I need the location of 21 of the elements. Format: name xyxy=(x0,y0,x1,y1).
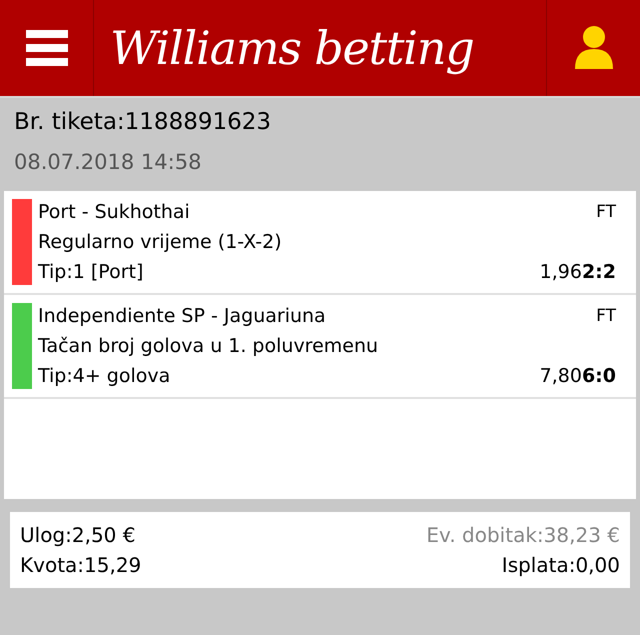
tip-text: Tip:4+ golova xyxy=(38,364,170,388)
market-name: Tačan broj golova u 1. poluvremenu xyxy=(38,334,380,358)
match-name: Port - Sukhothai xyxy=(38,200,190,224)
menu-icon xyxy=(26,30,68,66)
tip-text: Tip:1 [Port] xyxy=(38,260,144,284)
match-status: FT xyxy=(596,200,616,224)
ticket-number: Br. tiketa:1188891623 xyxy=(14,108,272,137)
odds-total-text: Kvota:15,29 xyxy=(20,552,142,578)
match-status: FT xyxy=(596,304,616,328)
odds-value: 7,80 xyxy=(540,364,582,388)
user-icon xyxy=(572,25,614,71)
stake-text: Ulog:2,50 € xyxy=(20,522,136,548)
odds-value: 1,96 xyxy=(540,260,582,284)
payout-text: Isplata:0,00 xyxy=(502,552,620,578)
possible-win-text: Ev. dobitak:38,23 € xyxy=(426,522,620,548)
match-name: Independiente SP - Jaguariuna xyxy=(38,304,326,328)
ticket-datetime: 08.07.2018 14:58 xyxy=(14,149,202,176)
score-value: 2:2 xyxy=(582,260,616,284)
score-value: 6:0 xyxy=(582,364,616,388)
logo: Williams betting xyxy=(110,20,474,76)
market-name: Regularno vrijeme (1-X-2) xyxy=(38,230,283,254)
